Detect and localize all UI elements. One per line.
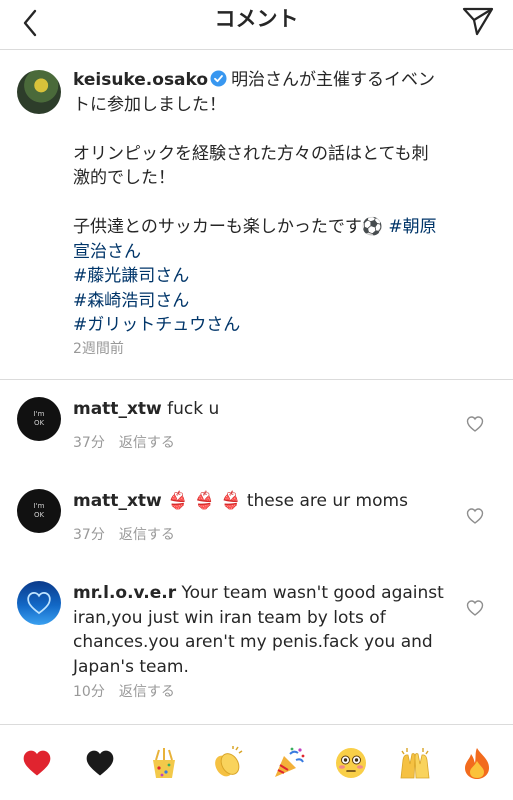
black-heart-icon bbox=[86, 750, 114, 776]
comment-message: fuck u bbox=[167, 399, 220, 419]
comment-username[interactable]: matt_xtw bbox=[73, 399, 162, 419]
avatar-text: OK bbox=[33, 419, 45, 427]
comment-timestamp: 10分 bbox=[73, 684, 105, 700]
emoji-button[interactable] bbox=[271, 745, 307, 781]
hashtag-link[interactable]: #ガリットチュウさん bbox=[73, 313, 445, 338]
reply-button[interactable]: 返信する bbox=[119, 432, 175, 452]
avatar-text: OK bbox=[33, 511, 45, 519]
comment-timestamp: 37分 bbox=[73, 527, 105, 543]
party-popper-icon bbox=[275, 747, 305, 777]
emoji-button[interactable] bbox=[333, 745, 369, 781]
comment-text: mr.l.o.v.e.r Your team wasn't good again… bbox=[73, 581, 453, 679]
avatar-text: I'm bbox=[33, 410, 45, 418]
comments-header: コメント bbox=[0, 0, 513, 50]
emoji-bar bbox=[0, 724, 513, 800]
confetti-ball-icon bbox=[153, 748, 175, 778]
caption-timestamp: 2週間前 bbox=[73, 341, 124, 357]
caption-username[interactable]: keisuke.osako bbox=[73, 70, 208, 90]
caption-paragraph: オリンピックを経験された方々の話はとても刺激的でした！ bbox=[73, 143, 429, 189]
share-button[interactable] bbox=[459, 4, 497, 38]
reply-button[interactable]: 返信する bbox=[119, 524, 175, 544]
hashtag-link[interactable]: #森崎浩司さん bbox=[73, 289, 445, 314]
hashtag-link[interactable]: #藤光謙司さん bbox=[73, 264, 445, 289]
comment-text: matt_xtw 👙 👙 👙 these are ur moms bbox=[73, 489, 453, 514]
comment-text: matt_xtw fuck u bbox=[73, 397, 453, 422]
flushed-face-icon bbox=[336, 748, 366, 778]
avatar-text: I'm bbox=[33, 502, 45, 510]
comment-meta: 10分 返信する bbox=[73, 681, 175, 701]
red-heart-icon bbox=[23, 750, 51, 776]
emoji-button[interactable] bbox=[209, 745, 245, 781]
caption-paragraph: 子供達とのサッカーも楽しかったです⚽ bbox=[73, 217, 383, 237]
avatar[interactable]: I'm OK bbox=[17, 489, 61, 533]
heart-outline-icon[interactable] bbox=[466, 507, 484, 525]
heart-outline-icon[interactable] bbox=[466, 599, 484, 617]
post-caption: keisuke.osako 明治さんが主催するイベントに参加しました！ オリンピッ… bbox=[0, 50, 513, 380]
page-title: コメント bbox=[214, 7, 299, 31]
emoji-button[interactable] bbox=[82, 745, 118, 781]
comment-username[interactable]: matt_xtw bbox=[73, 491, 162, 511]
comment-username[interactable]: mr.l.o.v.e.r bbox=[73, 583, 176, 603]
comment-timestamp: 37分 bbox=[73, 435, 105, 451]
verified-badge-icon bbox=[210, 70, 227, 87]
reply-button[interactable]: 返信する bbox=[119, 681, 175, 701]
caption-meta: 2週間前 bbox=[73, 338, 124, 358]
avatar[interactable]: I'm OK bbox=[17, 397, 61, 441]
heart-outline-icon[interactable] bbox=[466, 415, 484, 433]
emoji-button[interactable] bbox=[397, 745, 433, 781]
fire-icon bbox=[465, 748, 489, 779]
paper-plane-icon bbox=[462, 7, 494, 36]
caption-text: keisuke.osako 明治さんが主催するイベントに参加しました！ オリンピッ… bbox=[73, 68, 445, 338]
comment-message: 👙 👙 👙 these are ur moms bbox=[167, 491, 408, 511]
emoji-button[interactable] bbox=[146, 745, 182, 781]
emoji-button[interactable] bbox=[19, 745, 55, 781]
clapping-hands-icon bbox=[215, 746, 243, 777]
comment-meta: 37分 返信する bbox=[73, 524, 175, 544]
avatar[interactable] bbox=[17, 581, 61, 625]
raising-hands-icon bbox=[400, 748, 430, 779]
comment-meta: 37分 返信する bbox=[73, 432, 175, 452]
emoji-button[interactable] bbox=[459, 745, 495, 781]
heart-outline-icon bbox=[27, 592, 51, 615]
avatar[interactable] bbox=[17, 70, 61, 114]
